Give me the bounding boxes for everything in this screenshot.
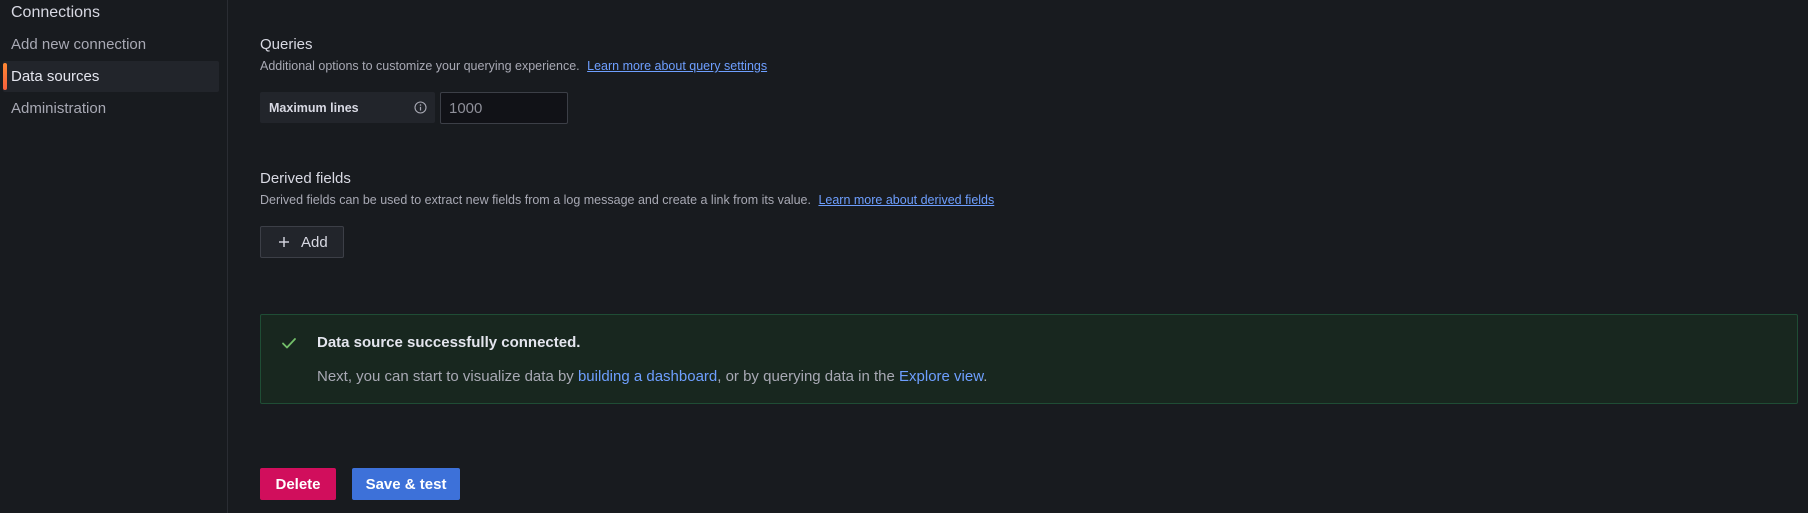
queries-title: Queries [260, 36, 313, 53]
check-icon [281, 335, 297, 351]
building-dashboard-link[interactable]: building a dashboard [578, 368, 717, 385]
info-icon[interactable] [414, 101, 427, 114]
success-alert: Data source successfully connected. Next… [260, 314, 1798, 404]
query-settings-link[interactable]: Learn more about query settings [587, 59, 767, 73]
plus-icon [277, 235, 291, 249]
alert-body-prefix: Next, you can start to visualize data by [317, 368, 578, 385]
sidebar-item-add-new-connection[interactable]: Add new connection [3, 29, 219, 60]
sidebar-item-data-sources[interactable]: Data sources [3, 61, 219, 92]
add-button-label: Add [301, 233, 328, 251]
derived-fields-description: Derived fields can be used to extract ne… [260, 193, 994, 207]
save-and-test-button[interactable]: Save & test [352, 468, 460, 500]
derived-fields-link[interactable]: Learn more about derived fields [818, 193, 994, 207]
alert-body: Next, you can start to visualize data by… [317, 368, 987, 385]
queries-description: Additional options to customize your que… [260, 59, 767, 73]
maximum-lines-input[interactable] [440, 92, 568, 124]
add-derived-field-button[interactable]: Add [260, 226, 344, 258]
sidebar: Connections Add new connection Data sour… [0, 0, 228, 513]
alert-title: Data source successfully connected. [317, 334, 581, 351]
maximum-lines-label: Maximum lines [260, 92, 435, 123]
explore-view-link[interactable]: Explore view [899, 368, 983, 385]
delete-button[interactable]: Delete [260, 468, 336, 500]
sidebar-item-administration[interactable]: Administration [3, 93, 219, 124]
derived-fields-title: Derived fields [260, 170, 351, 187]
alert-body-suffix: . [983, 368, 988, 385]
main-content: Queries Additional options to customize … [260, 0, 1800, 513]
sidebar-heading[interactable]: Connections [11, 4, 100, 22]
alert-body-middle: , or by querying data in the [717, 368, 900, 385]
derived-fields-description-text: Derived fields can be used to extract ne… [260, 193, 811, 207]
queries-description-text: Additional options to customize your que… [260, 59, 580, 73]
maximum-lines-label-text: Maximum lines [269, 100, 359, 115]
